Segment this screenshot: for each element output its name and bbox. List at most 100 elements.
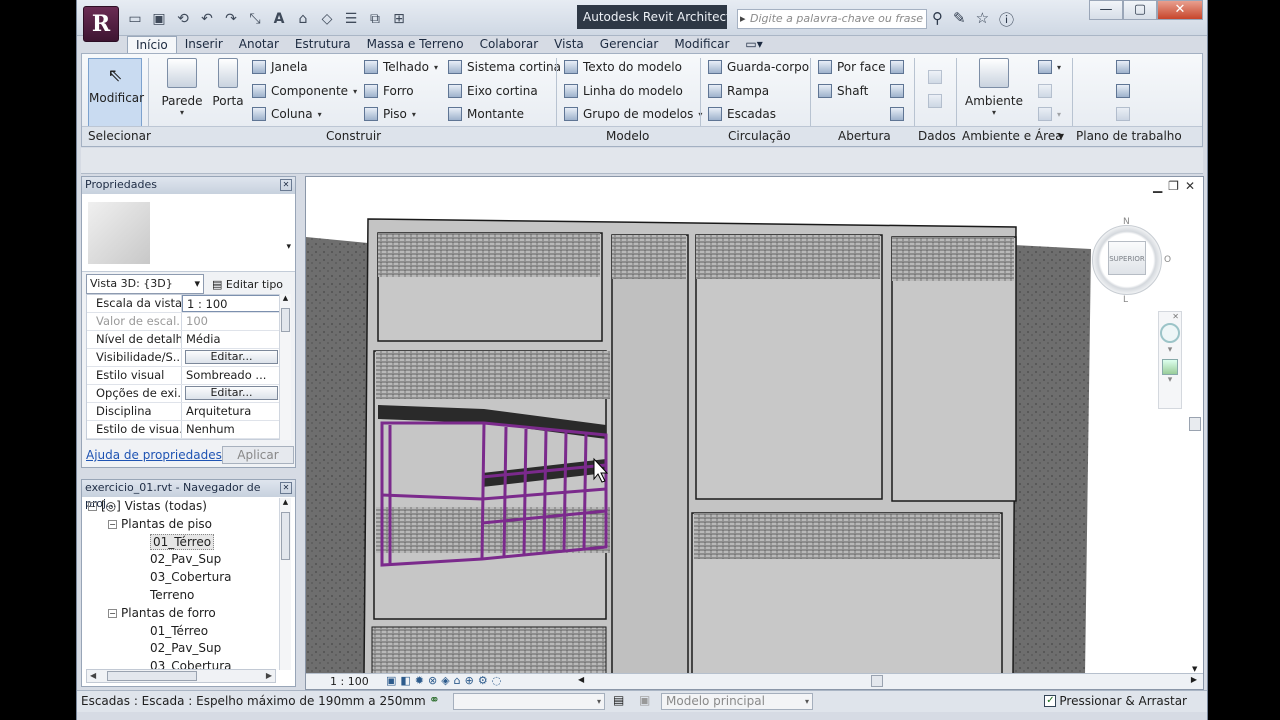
shaft-button[interactable]: Shaft: [818, 84, 868, 98]
properties-help-link[interactable]: Ajuda de propriedades: [86, 448, 222, 462]
model-text-button[interactable]: Texto do modelo: [564, 60, 682, 74]
close-hidden-icon[interactable]: ⧉: [367, 11, 383, 27]
browser-hscrollbar[interactable]: ◀ ▶: [86, 669, 276, 683]
view-scale-label[interactable]: 1 : 100: [330, 675, 369, 688]
railing-button[interactable]: Guarda-corpo: [708, 60, 809, 74]
text-icon[interactable]: A: [271, 11, 287, 27]
curtain-grid-button[interactable]: Eixo cortina: [448, 84, 538, 98]
design-options-icon[interactable]: ▣: [639, 693, 650, 707]
view-vscrollbar[interactable]: ▼: [1189, 415, 1203, 675]
model-group-button[interactable]: Grupo de modelos▾: [564, 107, 702, 121]
wall-opening-button[interactable]: [890, 60, 904, 74]
dormer-button[interactable]: [890, 107, 904, 121]
model-line-button[interactable]: Linha do modelo: [564, 84, 683, 98]
area-button[interactable]: ▾: [1038, 60, 1061, 74]
close-icon[interactable]: ✕: [280, 482, 292, 494]
tab-inicio[interactable]: Início: [127, 36, 177, 54]
door-button[interactable]: Porta: [208, 58, 248, 108]
window-button[interactable]: Janela: [252, 60, 308, 74]
scroll-left-icon[interactable]: ◀: [90, 671, 96, 680]
set-workplane-button[interactable]: [1116, 60, 1130, 74]
compass-north-label[interactable]: N: [1123, 217, 1130, 227]
chevron-down-icon[interactable]: ▾: [1159, 345, 1181, 355]
curtain-system-button[interactable]: Sistema cortina: [448, 60, 561, 74]
browser-vscrollbar[interactable]: ▲: [279, 498, 291, 670]
property-row[interactable]: Escala da vista 1 : 100: [87, 295, 281, 313]
scroll-down-icon[interactable]: ▼: [1192, 665, 1197, 673]
tab-inserir[interactable]: Inserir: [177, 36, 231, 54]
collapse-icon[interactable]: −: [108, 608, 117, 618]
scroll-left-icon[interactable]: ◀: [578, 675, 584, 684]
close-icon[interactable]: ✕: [1159, 312, 1181, 321]
stairs-button[interactable]: Escadas: [708, 107, 776, 121]
room-button[interactable]: Ambiente ▾: [964, 58, 1024, 117]
property-row[interactable]: Estilo de visua... Nenhum: [87, 421, 281, 439]
properties-header[interactable]: Propriedades ✕: [82, 177, 295, 194]
search-input[interactable]: Digite a palavra-chave ou frase: [737, 9, 927, 29]
worksets-icon[interactable]: ▤: [613, 693, 624, 707]
workset-combo[interactable]: ▾: [453, 693, 605, 710]
mullion-button[interactable]: Montante: [448, 107, 524, 121]
ribbon-minimize-icon[interactable]: ▭▾: [737, 36, 770, 54]
tree-node[interactable]: − Plantas de forro: [82, 605, 282, 623]
property-row[interactable]: Disciplina Arquitetura: [87, 403, 281, 421]
scroll-right-icon[interactable]: ▶: [266, 670, 272, 682]
tab-colaborar[interactable]: Colaborar: [472, 36, 547, 54]
edit-visibility-button[interactable]: Editar...: [185, 350, 278, 364]
default-3d-icon[interactable]: ⌂: [295, 11, 311, 27]
hscroll-thumb[interactable]: [871, 675, 883, 687]
tree-node[interactable]: 01_Térreo: [82, 623, 282, 641]
tree-node[interactable]: − Plantas de piso: [82, 516, 282, 534]
open-icon[interactable]: ▭: [127, 11, 143, 27]
tab-estrutura[interactable]: Estrutura: [287, 36, 359, 54]
scroll-thumb[interactable]: [106, 670, 197, 681]
close-icon[interactable]: ✕: [280, 179, 292, 191]
help-icon[interactable]: ⓘ: [999, 9, 1014, 30]
minimize-icon[interactable]: —: [1089, 0, 1123, 20]
property-row[interactable]: Estilo visual Sombreado ...: [87, 367, 281, 385]
section-icon[interactable]: ◇: [319, 11, 335, 27]
favorites-icon[interactable]: ☆: [976, 9, 989, 30]
ref-plane-button[interactable]: [1116, 107, 1130, 121]
view-canvas[interactable]: ▁ ❐ ✕ SUPERIOR N L O ✕ ▾ ▾ ▼ 1: 100 ▣◧✹…: [305, 176, 1204, 690]
tab-gerenciar[interactable]: Gerenciar: [592, 36, 667, 54]
property-row[interactable]: Valor de escal... 100: [87, 313, 281, 331]
scroll-thumb[interactable]: [281, 308, 290, 332]
application-menu-button[interactable]: R: [83, 6, 119, 42]
by-face-button[interactable]: Por face: [818, 60, 885, 74]
property-value[interactable]: Média: [182, 331, 281, 348]
apply-button[interactable]: Aplicar: [222, 446, 294, 464]
roof-button[interactable]: Telhado ▾: [364, 60, 438, 74]
property-row[interactable]: Opções de exi... Editar...: [87, 385, 281, 403]
column-button[interactable]: Coluna ▾: [252, 107, 322, 121]
panel-title-room-area[interactable]: Ambiente e Área: [962, 129, 1063, 143]
properties-scrollbar[interactable]: ▲: [279, 294, 291, 440]
save-icon[interactable]: ▣: [151, 11, 167, 27]
thin-lines-icon[interactable]: ☰: [343, 11, 359, 27]
type-selector[interactable]: Vista 3D: {3D}: [86, 274, 204, 294]
scroll-up-icon[interactable]: ▲: [280, 294, 291, 302]
close-icon[interactable]: ✕: [1157, 0, 1203, 20]
tab-massa-terreno[interactable]: Massa e Terreno: [359, 36, 472, 54]
tree-node[interactable]: 02_Pav_Sup: [82, 640, 282, 658]
binoculars-icon[interactable]: ⚲: [932, 9, 943, 30]
scroll-up-icon[interactable]: ▲: [280, 498, 291, 506]
viewcube[interactable]: SUPERIOR N L O: [1092, 217, 1171, 305]
compass-west-label[interactable]: O: [1164, 255, 1171, 265]
floor-button[interactable]: Piso ▾: [364, 107, 416, 121]
wall-button[interactable]: Parede ▾: [158, 58, 206, 117]
tab-modificar[interactable]: Modificar: [666, 36, 737, 54]
grid-button[interactable]: [928, 94, 942, 108]
tab-anotar[interactable]: Anotar: [231, 36, 287, 54]
sync-icon[interactable]: ⟲: [175, 11, 191, 27]
viewcube-face-top[interactable]: SUPERIOR: [1108, 241, 1146, 275]
scroll-right-icon[interactable]: ▶: [1191, 675, 1197, 684]
worksharing-icon[interactable]: ⚭: [429, 693, 440, 708]
property-row[interactable]: Visibilidade/S... Editar...: [87, 349, 281, 367]
panel-title-select[interactable]: Selecionar: [88, 129, 151, 143]
view-control-icons[interactable]: ▣◧✹⊗◈⌂⊕⚙◌: [386, 674, 505, 687]
steering-wheel-icon[interactable]: [1160, 323, 1180, 343]
press-drag-checkbox[interactable]: ✓: [1044, 695, 1057, 707]
compass-east-label[interactable]: L: [1123, 295, 1128, 305]
maximize-icon[interactable]: ▢: [1123, 0, 1157, 20]
